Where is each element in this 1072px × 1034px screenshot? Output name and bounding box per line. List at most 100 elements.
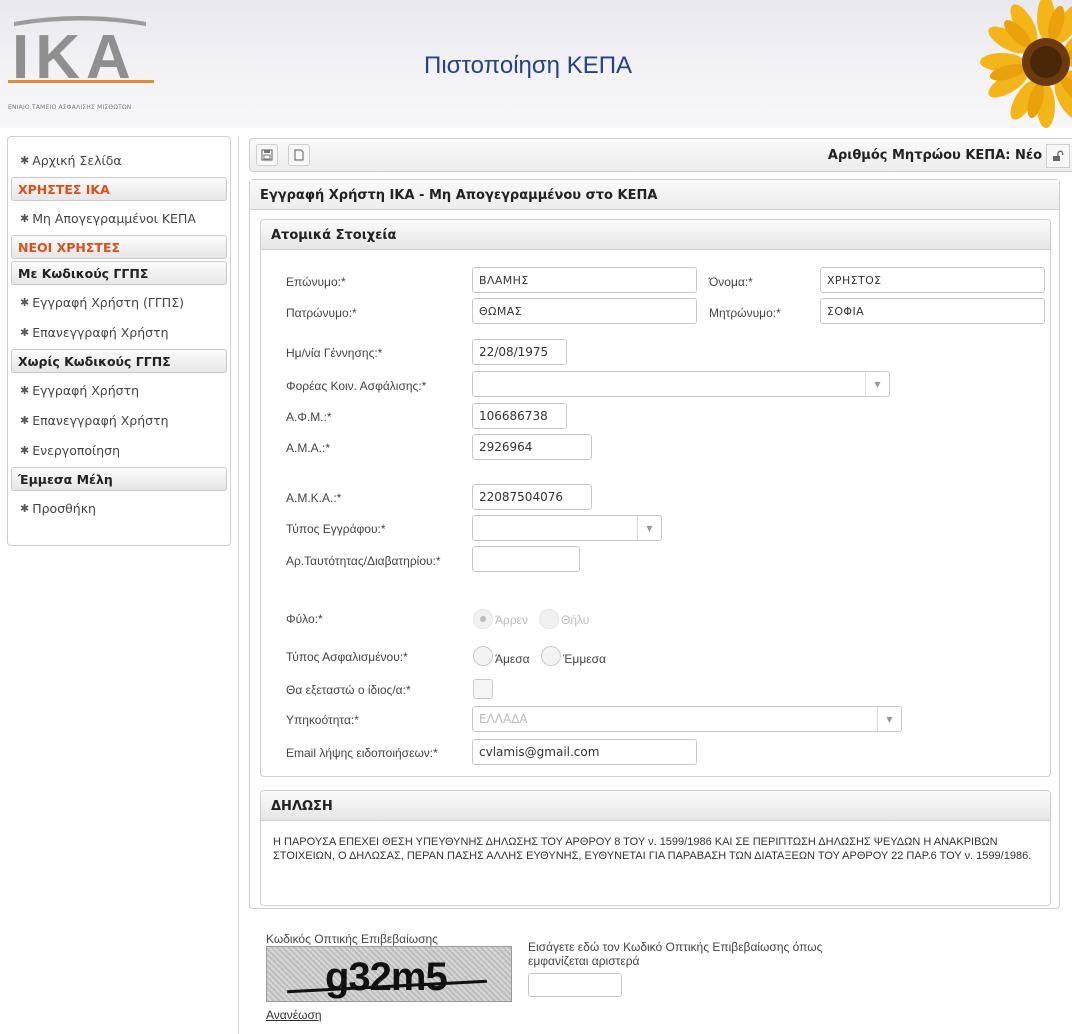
gear-icon: ✱ bbox=[20, 383, 30, 397]
personal-details-section: Ατομικά Στοιχεία Επώνυμο:* ΒΛΑΜΗΣ Όνομα:… bbox=[260, 219, 1051, 777]
sidebar-item-label: Προσθήκη bbox=[32, 500, 96, 516]
name-field[interactable]: ΧΡΗΣΤΟΣ bbox=[820, 267, 1045, 293]
logo-subtitle: ΕΝΙΑΙΟ ΤΑΜΕΙΟ ΑΣΦΑΛΙΣΗΣ ΜΙΣΘΩΤΩΝ bbox=[8, 104, 132, 111]
sidebar-item-unregistered-kepa[interactable]: ✱ Μη Απογεγραμμένοι ΚΕΠΑ bbox=[11, 203, 227, 233]
insured-direct-radio[interactable] bbox=[473, 646, 493, 666]
self-exam-checkbox[interactable] bbox=[473, 679, 493, 699]
unlock-icon bbox=[1053, 150, 1064, 161]
sidebar-item-register[interactable]: ✱ Εγγραφή Χρήστη bbox=[11, 375, 227, 405]
sidebar-item-label: Επανεγγραφή Χρήστη bbox=[32, 324, 169, 340]
birth-date-label: Ημ/νία Γέννησης:* bbox=[286, 346, 383, 360]
sidebar-group-ika-users[interactable]: ΧΡΗΣΤΕΣ ΙΚΑ bbox=[11, 177, 227, 201]
sidebar-group-indirect-members[interactable]: Έμμεσα Μέλη bbox=[11, 467, 227, 491]
chevron-down-icon: ▼ bbox=[865, 372, 889, 396]
name-label: Όνομα:* bbox=[709, 275, 753, 289]
surname-label: Επώνυμο:* bbox=[286, 275, 346, 289]
gender-label: Φύλο:* bbox=[286, 612, 323, 626]
ama-label: Α.Μ.Α.:* bbox=[286, 441, 331, 455]
section-title: ΔΗΛΩΣΗ bbox=[261, 791, 1050, 821]
gender-female-radio[interactable] bbox=[539, 609, 559, 629]
svg-text:IKA: IKA bbox=[12, 23, 137, 88]
new-document-button[interactable] bbox=[288, 144, 310, 166]
gear-icon: ✱ bbox=[20, 501, 30, 515]
sidebar-item-home[interactable]: ✱ Αρχική Σελίδα bbox=[11, 145, 227, 175]
sidebar-item-label: Ενεργοποίηση bbox=[32, 442, 121, 458]
gear-icon: ✱ bbox=[20, 443, 30, 457]
sidebar-item-label: Επανεγγραφή Χρήστη bbox=[32, 412, 169, 428]
toolbar: Αριθμός Μητρώου ΚΕΠΑ: Νέο bbox=[249, 138, 1072, 172]
document-type-label: Τύπος Εγγράφου:* bbox=[286, 522, 386, 536]
ama-field[interactable]: 2926964 bbox=[472, 434, 592, 460]
chevron-down-icon: ▼ bbox=[877, 707, 901, 731]
ika-logo[interactable]: IKA ΕΝΙΑΙΟ ΤΑΜΕΙΟ ΑΣΦΑΛΙΣΗΣ ΜΙΣΘΩΤΩΝ bbox=[6, 8, 154, 120]
sidebar-item-label: Εγγραφή Χρήστη (ΓΓΠΣ) bbox=[32, 294, 184, 310]
insurer-select[interactable]: ▼ bbox=[472, 371, 890, 397]
sidebar-group-title: Χωρίς Κωδικούς ΓΓΠΣ bbox=[18, 353, 171, 369]
chevron-down-icon: ▼ bbox=[637, 516, 661, 540]
declaration-text: Η ΠΑΡΟΥΣΑ ΕΠΕΧΕΙ ΘΕΣΗ ΥΠΕΥΘΥΝΗΣ ΔΗΛΩΣΗΣ … bbox=[273, 836, 1032, 862]
self-exam-label: Θα εξεταστώ ο ίδιος/α:* bbox=[286, 683, 411, 697]
document-icon bbox=[294, 149, 304, 161]
insured-indirect-radio[interactable] bbox=[541, 646, 561, 666]
sidebar-group-title: Έμμεσα Μέλη bbox=[18, 471, 113, 487]
id-number-label: Αρ.Ταυτότητας/Διαβατηρίου:* bbox=[286, 554, 441, 568]
document-type-select[interactable]: ▼ bbox=[472, 515, 662, 541]
save-icon bbox=[261, 149, 273, 161]
captcha-title: Κωδικός Οπτικής Επιβεβαίωσης bbox=[266, 932, 438, 946]
page-title: Πιστοποίηση ΚΕΠΑ bbox=[424, 52, 633, 79]
gender-female-label: Θήλυ bbox=[561, 613, 590, 627]
sidebar-group-new-users[interactable]: ΝΕΟΙ ΧΡΗΣΤΕΣ bbox=[11, 235, 227, 259]
sidebar-item-add[interactable]: ✱ Προσθήκη bbox=[11, 493, 227, 523]
sidebar-item-register-gsis[interactable]: ✱ Εγγραφή Χρήστη (ΓΓΠΣ) bbox=[11, 287, 227, 317]
gear-icon: ✱ bbox=[20, 325, 30, 339]
save-button[interactable] bbox=[256, 144, 278, 166]
gear-icon: ✱ bbox=[20, 211, 30, 225]
citizenship-select[interactable]: ΕΛΛΑΔΑ ▼ bbox=[472, 706, 902, 732]
sidebar-item-reregister-gsis[interactable]: ✱ Επανεγγραφή Χρήστη bbox=[11, 317, 227, 347]
captcha-image: g32m5 bbox=[266, 946, 512, 1002]
surname-field[interactable]: ΒΛΑΜΗΣ bbox=[472, 267, 697, 293]
sidebar: ✱ Αρχική Σελίδα ΧΡΗΣΤΕΣ ΙΚΑ ✱ Μη Απογεγρ… bbox=[7, 136, 231, 546]
father-name-label: Πατρώνυμο:* bbox=[286, 306, 357, 320]
email-label: Email λήψης ειδοποιήσεων:* bbox=[286, 746, 438, 760]
logo-accent-bar bbox=[8, 80, 154, 83]
sidebar-item-reregister[interactable]: ✱ Επανεγγραφή Χρήστη bbox=[11, 405, 227, 435]
captcha-code: g32m5 bbox=[325, 955, 448, 999]
captcha-hint: Εισάγετε εδώ τον Κωδικό Οπτικής Επιβεβαί… bbox=[528, 940, 823, 968]
mother-name-field[interactable]: ΣΟΦΙΑ bbox=[820, 298, 1045, 324]
afm-field[interactable]: 106686738 bbox=[472, 403, 567, 429]
insured-type-label: Τύπος Ασφαλισμένου:* bbox=[286, 650, 408, 664]
amka-field[interactable]: 22087504076 bbox=[472, 484, 592, 510]
insured-direct-label: Άμεσα bbox=[495, 652, 530, 666]
sidebar-group-with-gsis-codes[interactable]: Με Κωδικούς ΓΓΠΣ bbox=[11, 261, 227, 285]
insured-indirect-label: Έμμεσα bbox=[563, 652, 606, 666]
sidebar-group-title: ΝΕΟΙ ΧΡΗΣΤΕΣ bbox=[18, 239, 121, 255]
id-number-field[interactable] bbox=[472, 546, 580, 572]
column-divider bbox=[238, 136, 239, 1034]
afm-label: Α.Φ.Μ.:* bbox=[286, 410, 332, 424]
insurer-label: Φορέας Κοιν. Ασφάλισης:* bbox=[286, 379, 427, 393]
registry-number-label: Αριθμός Μητρώου ΚΕΠΑ: Νέο bbox=[827, 148, 1042, 163]
unlock-button[interactable] bbox=[1046, 144, 1070, 168]
captcha-input[interactable] bbox=[528, 973, 622, 997]
gear-icon: ✱ bbox=[20, 153, 30, 167]
ika-logo-mark: IKA bbox=[12, 16, 146, 92]
gear-icon: ✱ bbox=[20, 413, 30, 427]
sidebar-item-label: Μη Απογεγραμμένοι ΚΕΠΑ bbox=[32, 210, 196, 226]
section-title: Ατομικά Στοιχεία bbox=[261, 220, 1050, 250]
birth-date-field[interactable]: 22/08/1975 bbox=[472, 339, 567, 365]
amka-label: Α.Μ.Κ.Α.:* bbox=[286, 491, 342, 505]
declaration-section: ΔΗΛΩΣΗ Η ΠΑΡΟΥΣΑ ΕΠΕΧΕΙ ΘΕΣΗ ΥΠΕΥΘΥΝΗΣ Δ… bbox=[260, 790, 1051, 906]
mother-name-label: Μητρώνυμο:* bbox=[709, 306, 781, 320]
father-name-field[interactable]: ΘΩΜΑΣ bbox=[472, 298, 697, 324]
sidebar-item-activation[interactable]: ✱ Ενεργοποίηση bbox=[11, 435, 227, 465]
citizenship-label: Υπηκοότητα:* bbox=[286, 713, 359, 727]
citizenship-value: ΕΛΛΑΔΑ bbox=[479, 712, 528, 726]
registration-form: Εγγραφή Χρήστη ΙΚΑ - Μη Απογεγραμμένου σ… bbox=[249, 179, 1060, 909]
captcha-refresh-link[interactable]: Ανανέωση bbox=[266, 1008, 322, 1022]
email-field[interactable]: cvlamis@gmail.com bbox=[472, 739, 697, 765]
form-title: Εγγραφή Χρήστη ΙΚΑ - Μη Απογεγραμμένου σ… bbox=[250, 180, 1059, 210]
sidebar-group-without-gsis-codes[interactable]: Χωρίς Κωδικούς ΓΓΠΣ bbox=[11, 349, 227, 373]
sunflower-image bbox=[980, 0, 1072, 128]
gender-male-radio[interactable] bbox=[473, 609, 493, 629]
